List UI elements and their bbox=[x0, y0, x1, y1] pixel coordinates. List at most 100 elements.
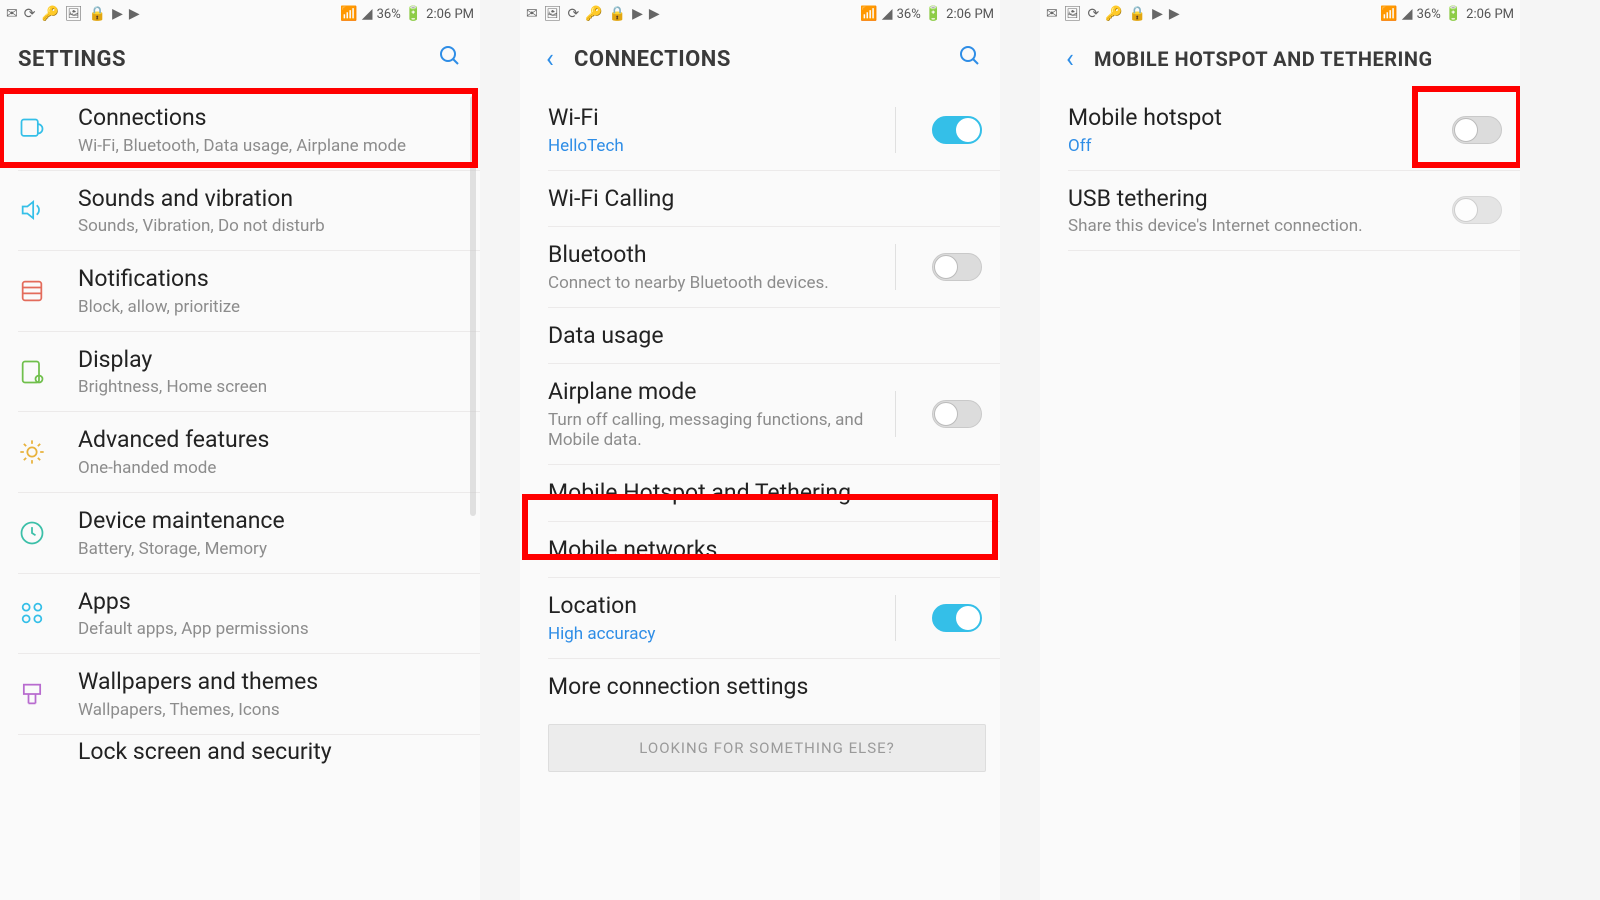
conn-row-hotspot[interactable]: Mobile Hotspot and Tethering bbox=[548, 465, 1000, 522]
play2-icon: ▶ bbox=[129, 6, 140, 22]
conn-row-wifi[interactable]: Wi-Fi HelloTech bbox=[548, 90, 1000, 171]
row-title: Mobile networks bbox=[548, 536, 982, 564]
row-title: Mobile Hotspot and Tethering bbox=[548, 479, 982, 507]
bluetooth-toggle[interactable] bbox=[932, 253, 982, 281]
row-sub: Wallpapers, Themes, Icons bbox=[78, 700, 462, 720]
settings-list: Connections Wi-Fi, Bluetooth, Data usage… bbox=[0, 90, 480, 900]
settings-row-wallpapers[interactable]: Wallpapers and themes Wallpapers, Themes… bbox=[18, 654, 480, 735]
mobile-hotspot-toggle[interactable] bbox=[1452, 116, 1502, 144]
battery-percent: 36% bbox=[1417, 7, 1441, 22]
row-title: Location bbox=[548, 592, 895, 620]
scrollbar[interactable] bbox=[470, 96, 476, 516]
settings-row-lock-screen[interactable]: Lock screen and security bbox=[18, 735, 480, 769]
battery-icon: 🔋 bbox=[925, 6, 942, 22]
hotspot-row-mobile-hotspot[interactable]: Mobile hotspot Off bbox=[1068, 90, 1520, 171]
settings-row-device-maintenance[interactable]: Device maintenance Battery, Storage, Mem… bbox=[18, 493, 480, 574]
row-title: Mobile hotspot bbox=[1068, 104, 1415, 132]
play2-icon: ▶ bbox=[649, 6, 660, 22]
status-bar: ✉ 🖼 ⟳ 🔑 🔒 ▶ ▶ 📶 ◢ 36% 🔋 2:06 PM bbox=[520, 0, 1000, 28]
page-title: SETTINGS bbox=[18, 47, 126, 72]
conn-row-mobile-networks[interactable]: Mobile networks bbox=[548, 522, 1000, 579]
play2-icon: ▶ bbox=[1169, 6, 1180, 22]
settings-row-connections[interactable]: Connections Wi-Fi, Bluetooth, Data usage… bbox=[18, 90, 480, 171]
clock: 2:06 PM bbox=[1466, 7, 1514, 22]
sync-icon: ⟳ bbox=[568, 6, 580, 22]
usb-tethering-toggle[interactable] bbox=[1452, 196, 1502, 224]
row-title: Sounds and vibration bbox=[78, 185, 462, 213]
divider bbox=[895, 107, 896, 153]
settings-row-display[interactable]: Display Brightness, Home screen bbox=[18, 332, 480, 413]
row-sub: HelloTech bbox=[548, 136, 895, 156]
signal-icon: ◢ bbox=[1402, 6, 1413, 22]
divider bbox=[895, 595, 896, 641]
image-icon: 🖼 bbox=[65, 6, 83, 22]
key-icon: 🔑 bbox=[1105, 6, 1122, 22]
row-sub: Turn off calling, messaging functions, a… bbox=[548, 410, 895, 450]
conn-row-airplane[interactable]: Airplane mode Turn off calling, messagin… bbox=[548, 364, 1000, 465]
settings-row-apps[interactable]: Apps Default apps, App permissions bbox=[18, 574, 480, 655]
row-title: Display bbox=[78, 346, 462, 374]
connections-list: Wi-Fi HelloTech Wi-Fi Calling Bluetooth … bbox=[520, 90, 1000, 900]
settings-row-notifications[interactable]: Notifications Block, allow, prioritize bbox=[18, 251, 480, 332]
page-title: CONNECTIONS bbox=[574, 47, 731, 72]
row-sub: Default apps, App permissions bbox=[78, 619, 462, 639]
battery-percent: 36% bbox=[897, 7, 921, 22]
row-title: Bluetooth bbox=[548, 241, 895, 269]
lock-icon: 🔒 bbox=[89, 6, 106, 22]
notifications-icon bbox=[18, 277, 46, 305]
row-title: Notifications bbox=[78, 265, 462, 293]
clock: 2:06 PM bbox=[946, 7, 994, 22]
row-title: USB tethering bbox=[1068, 185, 1432, 213]
phone-screen-connections: ✉ 🖼 ⟳ 🔑 🔒 ▶ ▶ 📶 ◢ 36% 🔋 2:06 PM ‹ CONNEC… bbox=[520, 0, 1000, 900]
key-icon: 🔑 bbox=[585, 6, 602, 22]
location-toggle[interactable] bbox=[932, 604, 982, 632]
divider bbox=[895, 391, 896, 437]
signal-icon: ◢ bbox=[882, 6, 893, 22]
row-sub: Wi-Fi, Bluetooth, Data usage, Airplane m… bbox=[78, 136, 462, 156]
key-icon: 🔑 bbox=[41, 6, 58, 22]
row-sub: Block, allow, prioritize bbox=[78, 297, 462, 317]
conn-row-bluetooth[interactable]: Bluetooth Connect to nearby Bluetooth de… bbox=[548, 227, 1000, 308]
divider bbox=[1415, 107, 1416, 153]
settings-row-advanced[interactable]: Advanced features One-handed mode bbox=[18, 412, 480, 493]
phone-screen-hotspot: ✉ 🖼 ⟳ 🔑 🔒 ▶ ▶ 📶 ◢ 36% 🔋 2:06 PM ‹ MOBILE… bbox=[1040, 0, 1520, 900]
wifi-toggle[interactable] bbox=[932, 116, 982, 144]
search-icon[interactable] bbox=[958, 44, 982, 74]
mail-icon: ✉ bbox=[6, 6, 18, 22]
back-button[interactable]: ‹ bbox=[1066, 44, 1094, 74]
row-title: Wallpapers and themes bbox=[78, 668, 462, 696]
image-icon: 🖼 bbox=[1064, 6, 1082, 22]
wallpaper-icon bbox=[18, 680, 46, 708]
looking-for-card[interactable]: LOOKING FOR SOMETHING ELSE? bbox=[548, 724, 986, 772]
row-sub: Connect to nearby Bluetooth devices. bbox=[548, 273, 895, 293]
row-sub: Sounds, Vibration, Do not disturb bbox=[78, 216, 462, 236]
hotspot-row-usb-tethering[interactable]: USB tethering Share this device's Intern… bbox=[1068, 171, 1520, 252]
signal-icon: ◢ bbox=[362, 6, 373, 22]
sync-icon: ⟳ bbox=[1088, 6, 1100, 22]
status-bar: ✉ ⟳ 🔑 🖼 🔒 ▶ ▶ 📶 ◢ 36% 🔋 2:06 PM bbox=[0, 0, 480, 28]
wifi-icon: 📶 bbox=[1380, 6, 1397, 22]
airplane-toggle[interactable] bbox=[932, 400, 982, 428]
header: SETTINGS bbox=[0, 28, 480, 90]
row-sub: One-handed mode bbox=[78, 458, 462, 478]
row-sub: High accuracy bbox=[548, 624, 895, 644]
lock-icon: 🔒 bbox=[1129, 6, 1146, 22]
row-title: Wi-Fi bbox=[548, 104, 895, 132]
sound-icon bbox=[18, 196, 46, 224]
battery-percent: 36% bbox=[377, 7, 401, 22]
play-icon: ▶ bbox=[632, 6, 643, 22]
search-icon[interactable] bbox=[438, 44, 462, 74]
back-button[interactable]: ‹ bbox=[546, 44, 574, 74]
conn-row-data-usage[interactable]: Data usage bbox=[548, 308, 1000, 365]
battery-icon: 🔋 bbox=[405, 6, 422, 22]
header: ‹ CONNECTIONS bbox=[520, 28, 1000, 90]
battery-icon: 🔋 bbox=[1445, 6, 1462, 22]
row-sub: Share this device's Internet connection. bbox=[1068, 216, 1432, 236]
conn-row-wifi-calling[interactable]: Wi-Fi Calling bbox=[548, 171, 1000, 228]
mail-icon: ✉ bbox=[526, 6, 538, 22]
conn-row-location[interactable]: Location High accuracy bbox=[548, 578, 1000, 659]
conn-row-more[interactable]: More connection settings bbox=[548, 659, 1000, 715]
settings-row-sounds[interactable]: Sounds and vibration Sounds, Vibration, … bbox=[18, 171, 480, 252]
row-title: Advanced features bbox=[78, 426, 462, 454]
mail-icon: ✉ bbox=[1046, 6, 1058, 22]
